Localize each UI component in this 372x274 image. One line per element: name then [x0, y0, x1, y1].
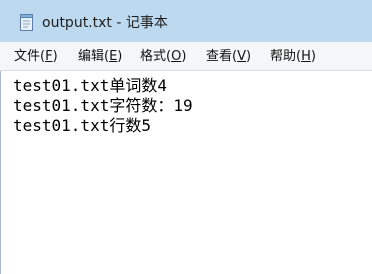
menu-format-label: 格式( [140, 49, 172, 64]
menu-help-close: ) [310, 49, 316, 64]
menu-format-accel: O [171, 49, 182, 64]
menu-view-label: 查看( [206, 49, 238, 64]
menu-view-accel: V [237, 49, 246, 64]
menu-edit-close: ) [117, 49, 123, 64]
menu-edit-label: 编辑( [78, 49, 110, 64]
menu-file[interactable]: 文件(F) [14, 48, 58, 65]
menu-format[interactable]: 格式(O) [140, 48, 186, 65]
text-line: test01.txt单词数4 [13, 76, 167, 95]
menu-help-label: 帮助( [270, 49, 302, 64]
notepad-window: output.txt - 记事本 文件(F) 编辑(E) 格式(O) 查看(V)… [0, 0, 372, 274]
menu-view-close: ) [245, 49, 252, 64]
menu-file-close: ) [52, 49, 58, 64]
window-title: output.txt - 记事本 [42, 15, 168, 31]
menu-view[interactable]: 查看(V) [206, 48, 251, 65]
editor-border [0, 71, 1, 274]
title-bar[interactable]: output.txt - 记事本 [0, 0, 372, 42]
menu-bar: 文件(F) 编辑(E) 格式(O) 查看(V) 帮助(H) [0, 42, 372, 71]
text-line: test01.txt字符数：19 [13, 96, 193, 115]
menu-help[interactable]: 帮助(H) [270, 48, 316, 65]
notepad-icon[interactable] [19, 14, 35, 32]
text-line: test01.txt行数5 [13, 116, 151, 135]
menu-format-close: ) [181, 49, 187, 64]
menu-file-label: 文件( [14, 49, 46, 64]
menu-edit[interactable]: 编辑(E) [78, 48, 122, 65]
menu-file-accel: F [45, 49, 53, 64]
menu-help-accel: H [301, 49, 311, 64]
